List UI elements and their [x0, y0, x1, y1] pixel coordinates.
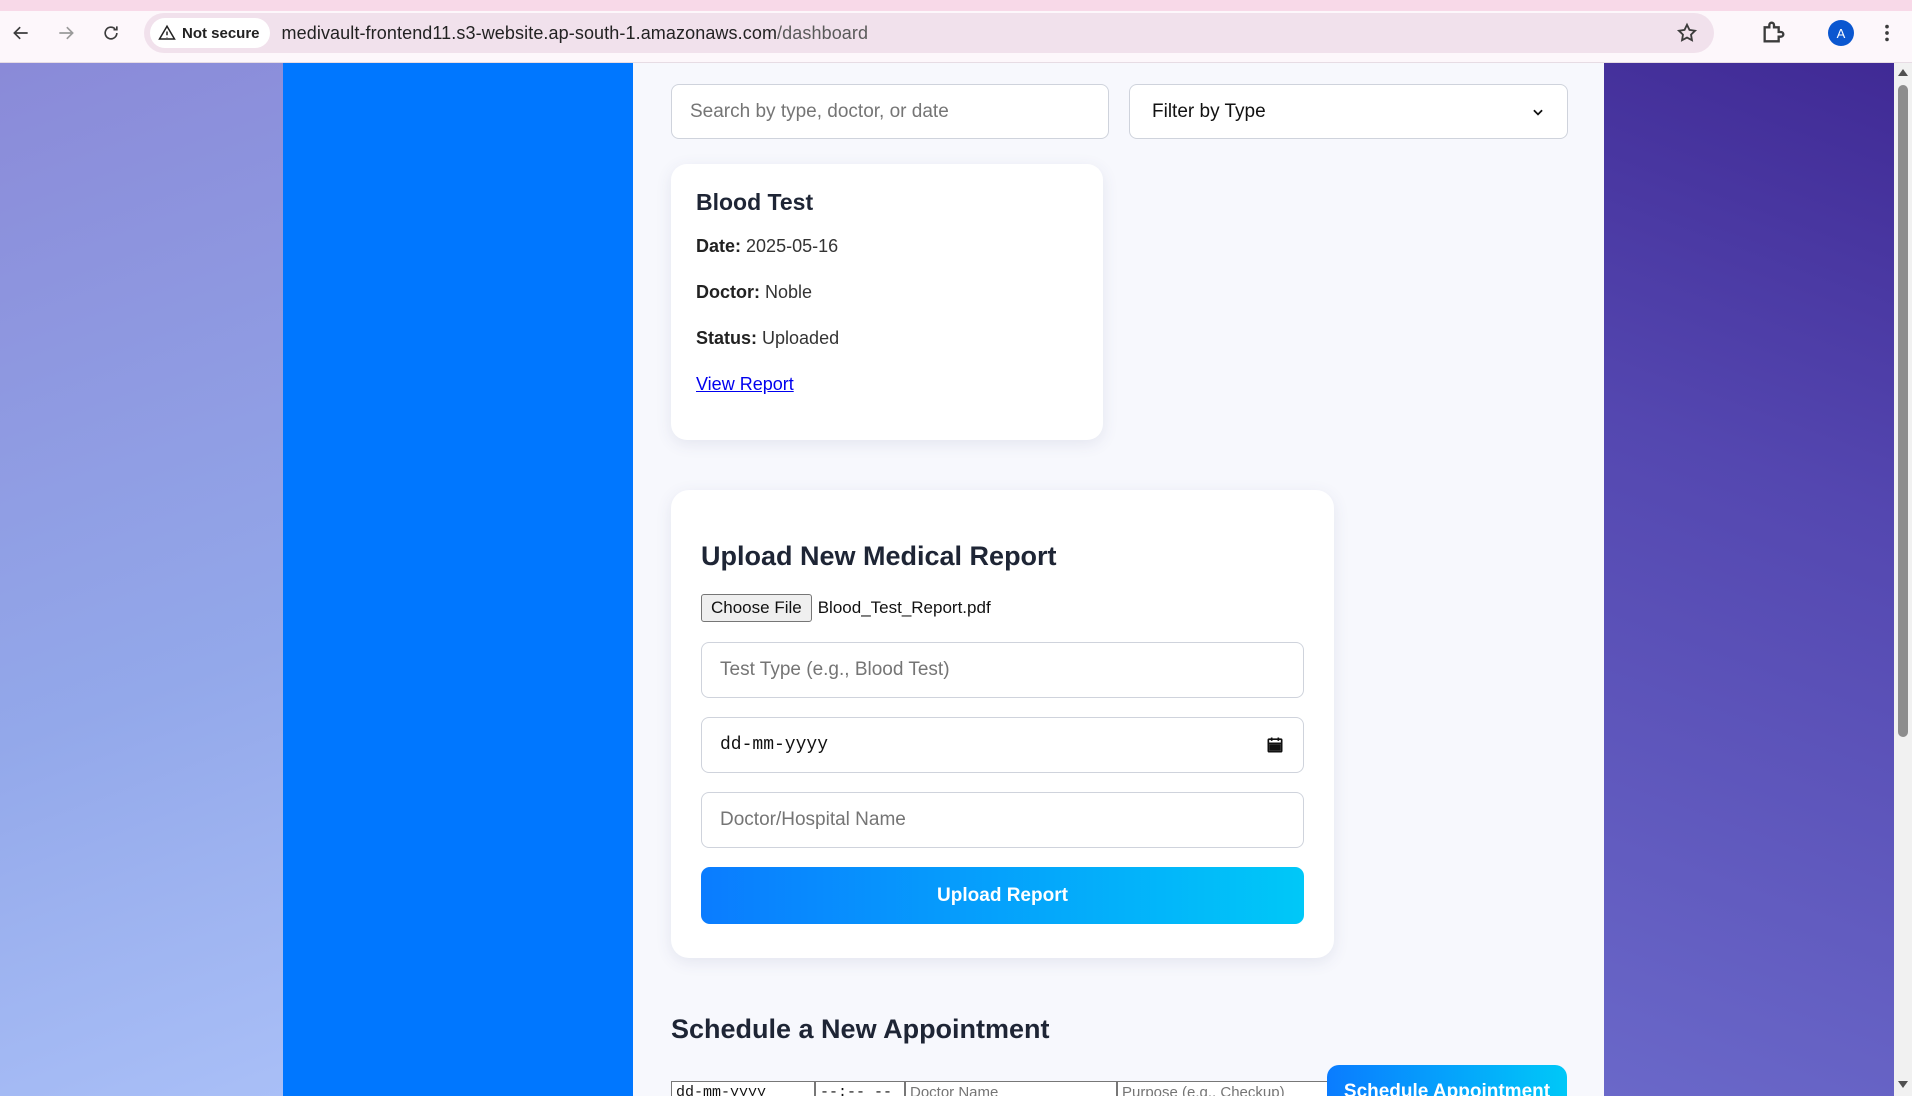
appointment-doctor-input[interactable]: Doctor Name [905, 1081, 1117, 1096]
report-date-input[interactable]: dd-mm-yyyy [701, 717, 1304, 773]
page-scrollbar[interactable] [1894, 63, 1912, 1096]
report-status: Status: Uploaded [696, 328, 1078, 354]
filter-type-select[interactable]: Filter by Type [1129, 84, 1568, 139]
report-date-value: 2025-05-16 [746, 236, 839, 256]
upload-report-card: Upload New Medical Report Choose File Bl… [671, 490, 1334, 958]
report-doctor-label: Doctor: [696, 282, 760, 302]
report-card: Blood Test Date: 2025-05-16 Doctor: Nobl… [671, 164, 1103, 440]
url-host: medivault-frontend11.s3-website.ap-south… [281, 22, 778, 43]
tab-strip-edge [0, 0, 1912, 11]
more-vert-icon[interactable] [1876, 20, 1898, 46]
report-title: Blood Test [696, 189, 814, 215]
security-indicator[interactable]: Not secure [150, 18, 270, 48]
warning-icon [158, 24, 176, 40]
url-text[interactable]: medivault-frontend11.s3-website.ap-south… [282, 23, 869, 44]
appointment-form: dd-mm-yyyy --:-- -- Doctor Name Purpose … [671, 1081, 1329, 1096]
selected-file-name: Blood_Test_Report.pdf [817, 598, 991, 617]
doctor-hospital-input[interactable] [701, 792, 1304, 848]
report-date-placeholder: dd-mm-yyyy [720, 735, 829, 755]
appointment-date-input[interactable]: dd-mm-yyyy [671, 1081, 815, 1096]
dashboard-main: Filter by Type Blood Test Date: 2025-05-… [633, 63, 1604, 1096]
forward-button[interactable] [51, 18, 81, 48]
appointment-time-input[interactable]: --:-- -- [815, 1081, 905, 1096]
reload-icon [104, 26, 118, 40]
scroll-thumb[interactable] [1898, 85, 1908, 737]
report-status-value: Uploaded [762, 328, 840, 348]
page-viewport: Filter by Type Blood Test Date: 2025-05-… [0, 63, 1912, 1096]
background-right [1604, 63, 1894, 1096]
report-doctor: Doctor: Noble [696, 282, 1078, 308]
arrow-right-icon [59, 26, 74, 40]
back-button[interactable] [6, 18, 36, 48]
schedule-appointment-button[interactable]: Schedule Appointment [1327, 1065, 1567, 1096]
choose-file-button[interactable]: Choose File [701, 594, 812, 622]
report-doctor-value: Noble [765, 282, 813, 302]
profile-avatar[interactable]: A [1828, 20, 1854, 46]
search-input[interactable] [671, 84, 1109, 139]
arrow-left-icon [13, 26, 28, 40]
view-report-link[interactable]: View Report [696, 374, 794, 394]
scroll-down-arrow-icon[interactable] [1898, 1081, 1908, 1088]
filter-type-label: Filter by Type [1152, 100, 1266, 122]
file-picker: Choose File Blood_Test_Report.pdf [701, 594, 991, 622]
browser-toolbar: Not secure medivault-frontend11.s3-websi… [0, 0, 1912, 63]
extensions-puzzle-icon[interactable] [1760, 18, 1788, 46]
appointment-title: Schedule a New Appointment [671, 1014, 1050, 1044]
report-date: Date: 2025-05-16 [696, 236, 1078, 262]
url-path: /dashboard [777, 22, 869, 43]
upload-title: Upload New Medical Report [701, 541, 1057, 571]
report-date-label: Date: [696, 236, 742, 256]
security-label: Not secure [182, 24, 260, 42]
report-status-label: Status: [696, 328, 758, 348]
reload-button[interactable] [96, 18, 126, 48]
address-bar[interactable]: Not secure medivault-frontend11.s3-websi… [144, 13, 1714, 53]
chevron-down-icon [1533, 109, 1543, 116]
sidebar [283, 63, 633, 1096]
appointment-purpose-input[interactable]: Purpose (e.g., Checkup) [1117, 1081, 1329, 1096]
calendar-icon[interactable] [1265, 735, 1285, 755]
scroll-up-arrow-icon[interactable] [1898, 69, 1908, 76]
test-type-input[interactable] [701, 642, 1304, 698]
upload-report-button[interactable]: Upload Report [701, 867, 1304, 924]
background-left [0, 63, 283, 1096]
bookmark-star-icon[interactable] [1676, 22, 1698, 44]
